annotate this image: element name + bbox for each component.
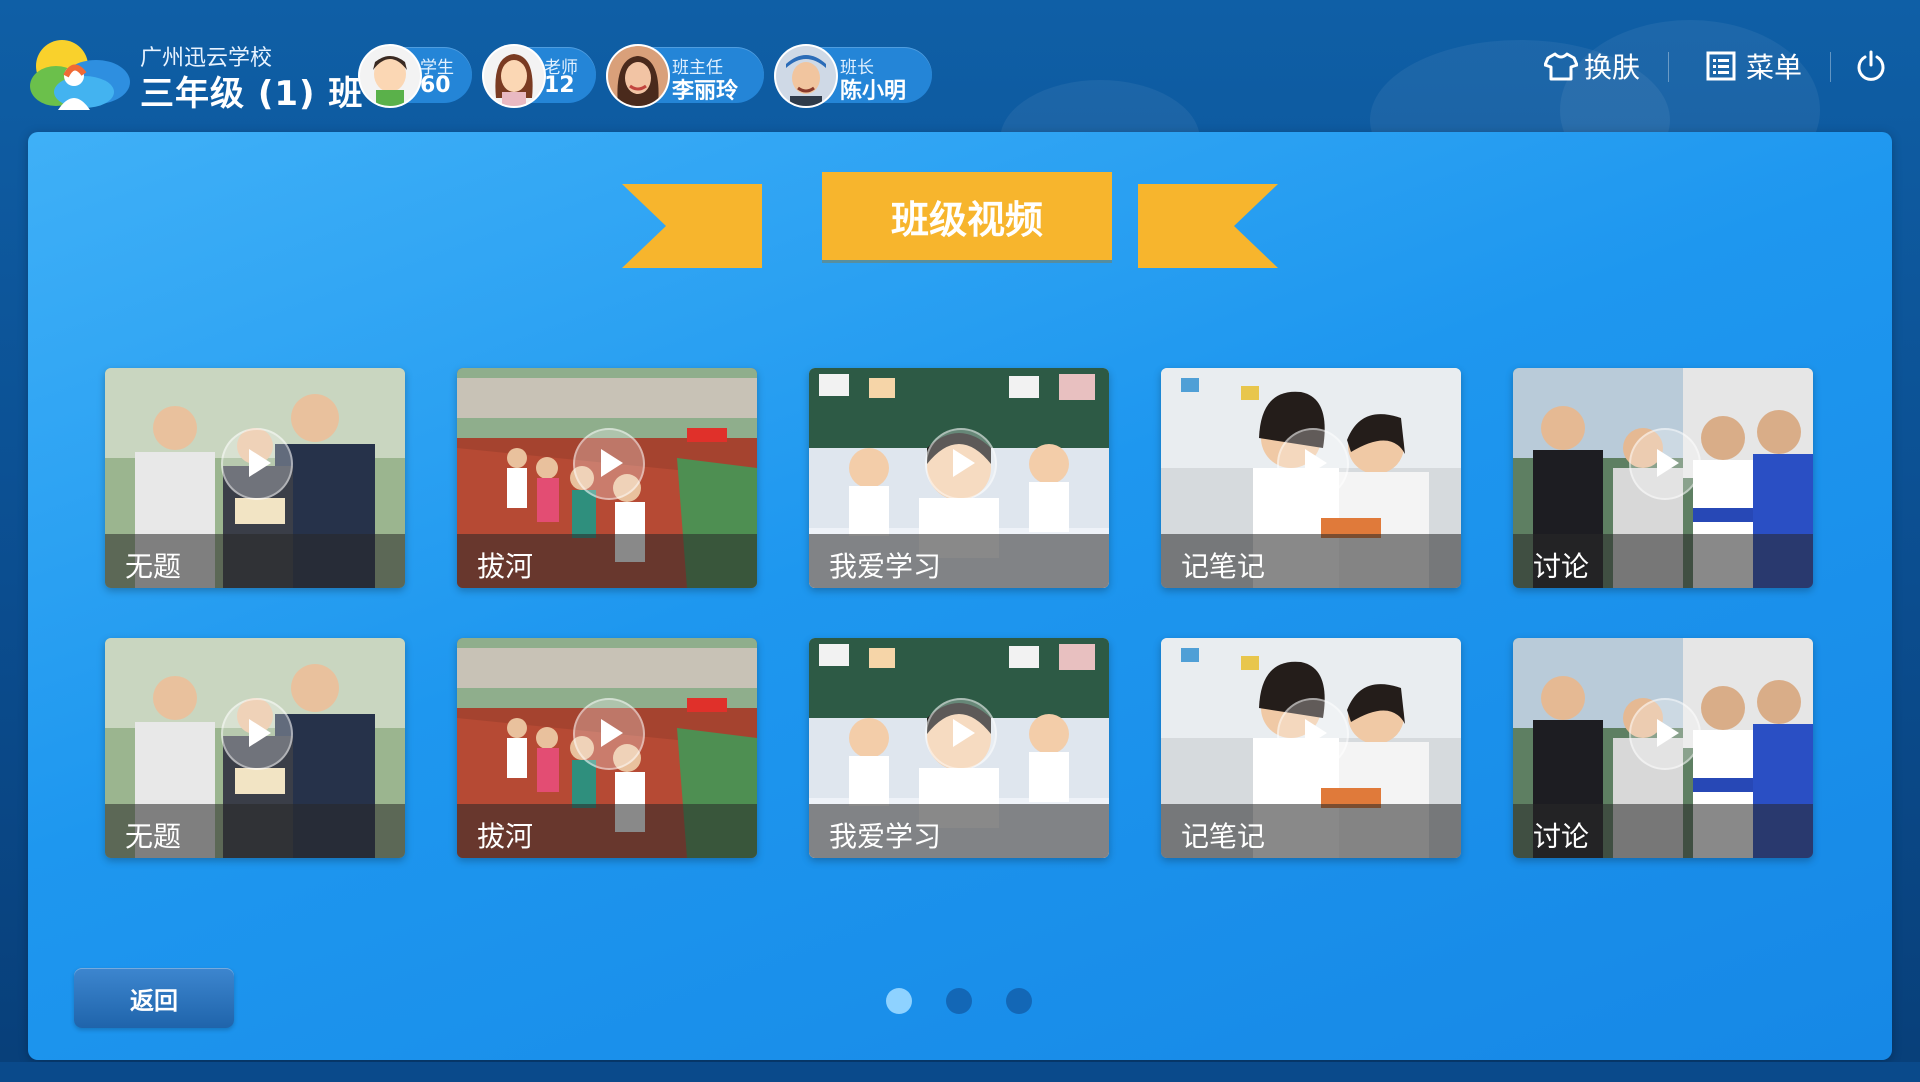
play-icon — [1277, 428, 1349, 500]
top-header: 广州迅云学校 三年级 (1) 班 学生 60 老师 12 班主任 李丽玲 班长 … — [0, 0, 1920, 200]
play-icon — [573, 698, 645, 770]
video-tile-wuti[interactable]: 无题 — [105, 638, 405, 858]
page-dot-2[interactable] — [946, 988, 972, 1014]
power-icon — [1857, 50, 1885, 81]
school-logo — [30, 40, 130, 110]
teacher-count: 12 — [544, 73, 575, 98]
video-title: 讨论 — [1533, 820, 1590, 853]
page-dot-1[interactable] — [886, 988, 912, 1014]
page-title: 班级视频 — [822, 172, 1112, 260]
teacher-count-pill[interactable]: 老师 12 — [482, 44, 596, 108]
video-title: 拔河 — [477, 820, 534, 853]
play-icon — [925, 428, 997, 500]
video-tile-jibiji[interactable]: 记笔记 — [1161, 638, 1461, 858]
divider — [1668, 52, 1669, 82]
video-tile-woaixuexi[interactable]: 我爱学习 — [809, 638, 1109, 858]
video-title: 讨论 — [1533, 550, 1590, 583]
video-tile-taolun[interactable]: 讨论 — [1513, 368, 1813, 588]
video-caption: 我爱学习 — [809, 534, 1109, 588]
student-count-pill[interactable]: 学生 60 — [358, 44, 472, 108]
back-button[interactable]: 返回 — [74, 968, 234, 1028]
skin-button[interactable]: 换肤 — [1544, 44, 1640, 88]
play-icon — [573, 428, 645, 500]
video-caption: 讨论 — [1513, 804, 1813, 858]
video-tile-taolun[interactable]: 讨论 — [1513, 638, 1813, 858]
list-icon — [1706, 51, 1736, 81]
video-caption: 无题 — [105, 534, 405, 588]
video-caption: 记笔记 — [1161, 534, 1461, 588]
head-teacher-name: 李丽玲 — [672, 79, 739, 104]
video-caption: 无题 — [105, 804, 405, 858]
divider — [1830, 52, 1831, 82]
play-icon — [221, 428, 293, 500]
video-caption: 我爱学习 — [809, 804, 1109, 858]
title-ribbon: 班级视频 — [622, 172, 1306, 272]
class-monitor-pill[interactable]: 班长 陈小明 — [774, 44, 932, 108]
student-count: 60 — [420, 73, 451, 98]
boy-avatar-icon — [358, 44, 422, 108]
video-title: 无题 — [125, 820, 182, 853]
video-title: 记笔记 — [1181, 550, 1266, 583]
power-button[interactable] — [1856, 44, 1886, 88]
play-icon — [221, 698, 293, 770]
video-panel: 班级视频 无题 拔河 我爱学习 记笔记 讨论 无题 拔河 我爱学习 记笔记 讨论… — [28, 132, 1892, 1060]
head-teacher-photo — [606, 44, 670, 108]
video-caption: 讨论 — [1513, 534, 1813, 588]
video-caption: 拔河 — [457, 804, 757, 858]
skin-label: 换肤 — [1584, 51, 1641, 84]
video-tile-wuti[interactable]: 无题 — [105, 368, 405, 588]
video-title: 无题 — [125, 550, 182, 583]
class-monitor-photo — [774, 44, 838, 108]
video-tile-woaixuexi[interactable]: 我爱学习 — [809, 368, 1109, 588]
video-caption: 记笔记 — [1161, 804, 1461, 858]
play-icon — [925, 698, 997, 770]
tshirt-icon — [1544, 52, 1578, 81]
bottom-border — [0, 1062, 1920, 1082]
class-name: 三年级 (1) 班 — [140, 74, 364, 114]
class-monitor-name: 陈小明 — [840, 79, 907, 104]
menu-label: 菜单 — [1746, 51, 1803, 84]
head-teacher-pill[interactable]: 班主任 李丽玲 — [606, 44, 764, 108]
play-icon — [1629, 698, 1701, 770]
video-tile-bahe[interactable]: 拔河 — [457, 368, 757, 588]
girl-avatar-icon — [482, 44, 546, 108]
menu-button[interactable]: 菜单 — [1706, 44, 1802, 88]
video-title: 拔河 — [477, 550, 534, 583]
video-title: 我爱学习 — [829, 550, 942, 583]
video-title: 我爱学习 — [829, 820, 942, 853]
video-caption: 拔河 — [457, 534, 757, 588]
page-dot-3[interactable] — [1006, 988, 1032, 1014]
video-tile-jibiji[interactable]: 记笔记 — [1161, 368, 1461, 588]
video-title: 记笔记 — [1181, 820, 1266, 853]
play-icon — [1629, 428, 1701, 500]
play-icon — [1277, 698, 1349, 770]
video-tile-bahe[interactable]: 拔河 — [457, 638, 757, 858]
